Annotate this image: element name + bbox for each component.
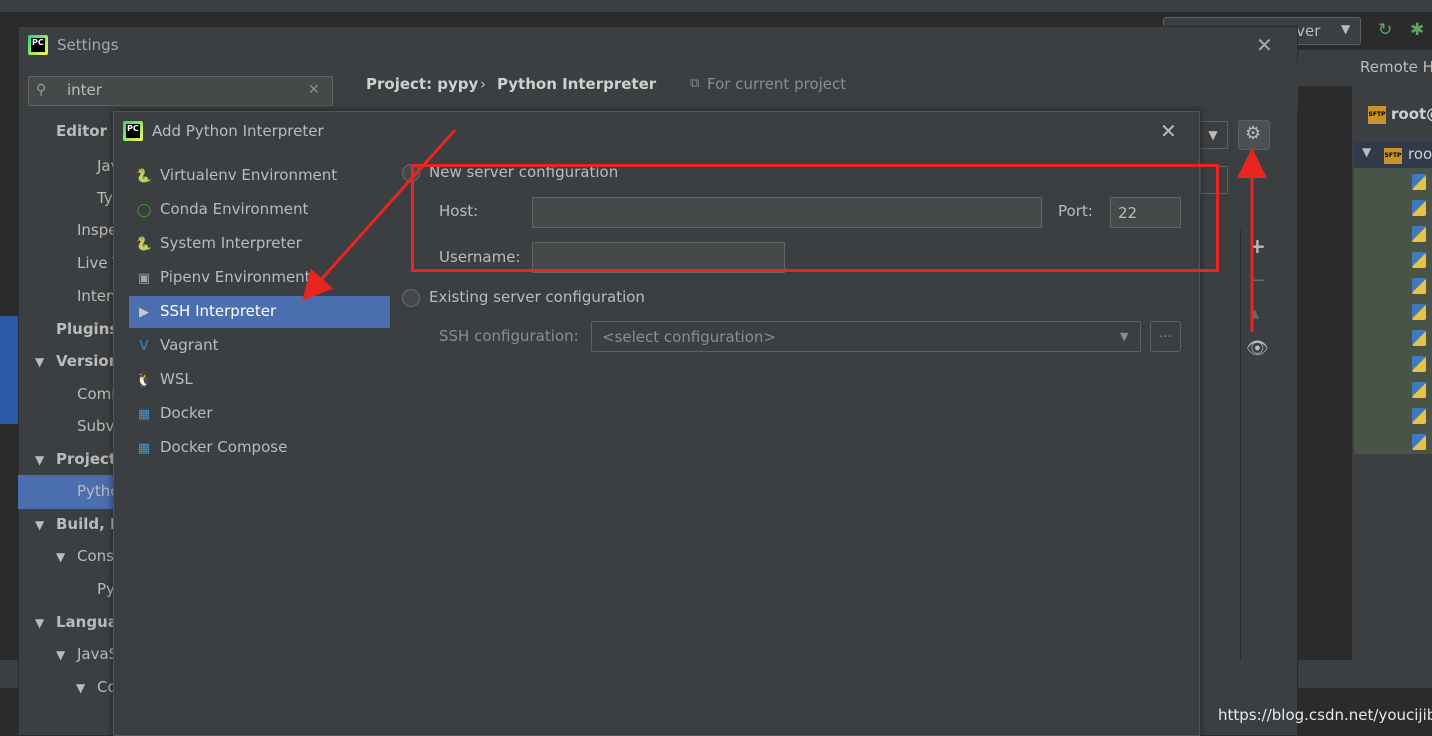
watermark: https://blog.csdn.net/youcijibi xyxy=(1218,706,1432,724)
annotation-arrows xyxy=(301,128,1267,332)
annotation-arrow-ssh xyxy=(301,128,457,301)
